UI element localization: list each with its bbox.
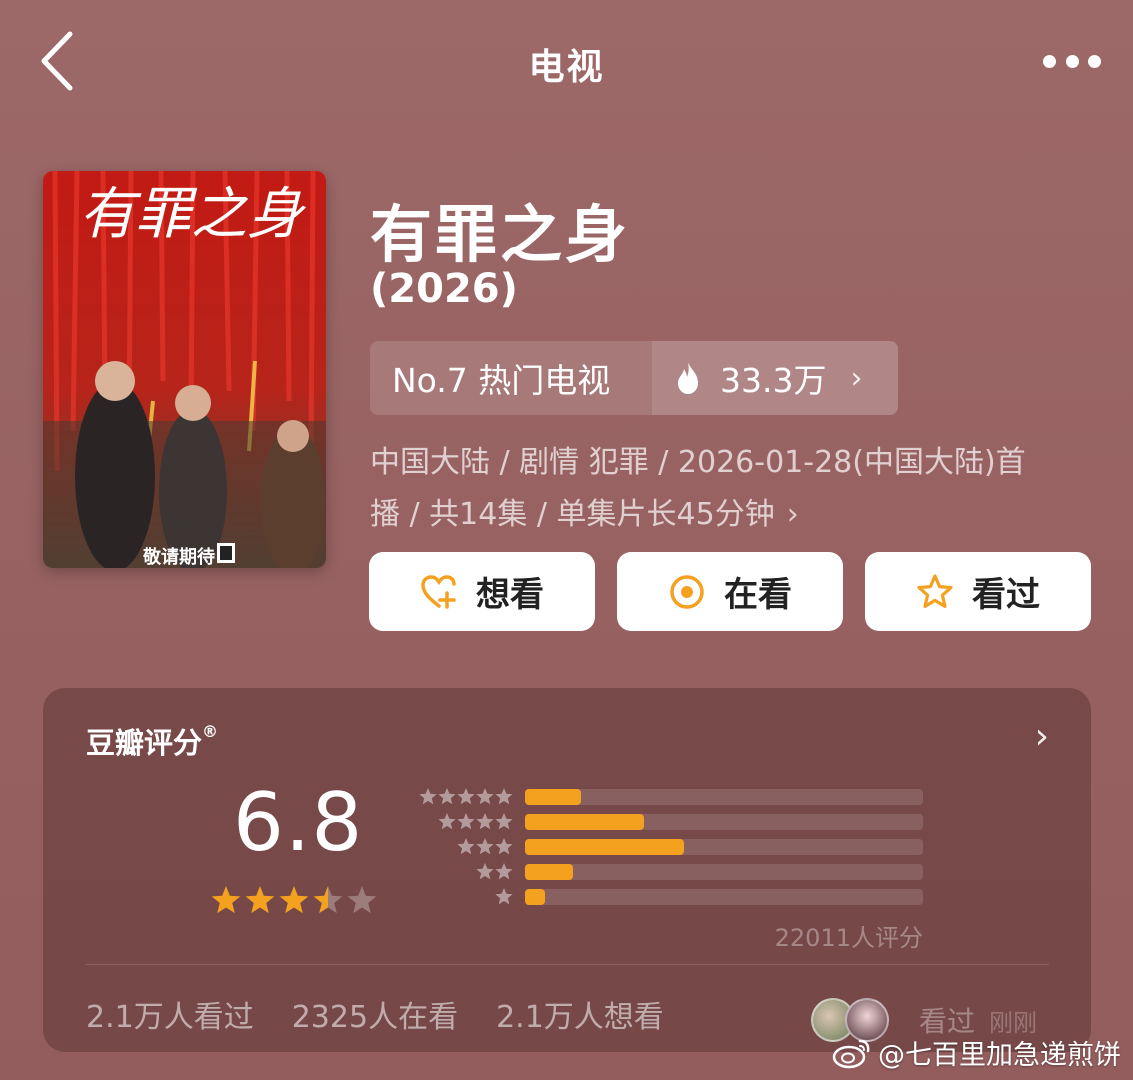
small-star-icon bbox=[438, 787, 456, 804]
watching-count[interactable]: 2325人在看 bbox=[292, 992, 458, 1036]
heart-plus-icon bbox=[421, 574, 456, 609]
watched-label: 看过 bbox=[972, 575, 1040, 615]
distribution-bar-track bbox=[525, 889, 923, 905]
small-star-icon bbox=[457, 837, 475, 854]
star-icons bbox=[457, 837, 513, 854]
small-star-icon bbox=[495, 812, 513, 829]
small-star-icon bbox=[419, 787, 437, 804]
star-icons bbox=[438, 812, 513, 829]
small-star-icon bbox=[495, 887, 513, 904]
small-star-icon bbox=[476, 862, 494, 879]
rating-distribution bbox=[413, 784, 923, 909]
distribution-bar-fill bbox=[525, 814, 645, 830]
rating-star-icon bbox=[279, 886, 309, 914]
heat-section[interactable]: 33.3万 › bbox=[652, 341, 898, 415]
page: 电视 有罪之身 敬请期待 有罪之身 (2026) No.7 热门电视 33.3万… bbox=[0, 0, 1133, 1080]
poster-image[interactable]: 有罪之身 敬请期待 bbox=[43, 171, 326, 568]
distribution-bar-track bbox=[525, 839, 923, 855]
small-star-icon bbox=[495, 862, 513, 879]
poster-title-text: 有罪之身 bbox=[79, 182, 306, 247]
want-count[interactable]: 2.1万人想看 bbox=[496, 992, 664, 1036]
small-star-icon bbox=[476, 837, 494, 854]
star-icons bbox=[476, 862, 513, 879]
chevron-right-icon[interactable]: › bbox=[1035, 716, 1049, 757]
distribution-bar-fill bbox=[525, 889, 545, 905]
small-star-icon bbox=[476, 812, 494, 829]
weibo-logo-icon bbox=[832, 1039, 870, 1068]
want-to-watch-button[interactable]: 想看 bbox=[369, 552, 595, 631]
ranking-pill[interactable]: No.7 热门电视 33.3万 › bbox=[370, 341, 898, 415]
distribution-row-4-star bbox=[413, 809, 923, 834]
rating-card[interactable]: 豆瓣评分® › 6.8 22011人评分 2.1万人看过 2325人在看 2.1… bbox=[43, 688, 1091, 1052]
star-icons bbox=[419, 787, 513, 804]
watched-count[interactable]: 2.1万人看过 bbox=[86, 992, 254, 1036]
watermark-text: @七百里加急递煎饼 bbox=[878, 1040, 1121, 1071]
meta-line-2: 播 / 共14集 / 单集片长45分钟 bbox=[370, 497, 775, 532]
action-buttons: 想看 在看 看过 bbox=[369, 552, 1091, 631]
more-options-icon[interactable] bbox=[1043, 50, 1101, 72]
watching-label: 在看 bbox=[724, 575, 792, 615]
star-icons bbox=[495, 887, 513, 904]
rating-card-title: 豆瓣评分® bbox=[86, 722, 219, 760]
small-star-icon bbox=[457, 787, 475, 804]
rating-star-icon bbox=[211, 886, 241, 914]
show-year: (2026) bbox=[370, 266, 518, 312]
rank-label: No.7 热门电视 bbox=[392, 361, 611, 400]
small-star-icon bbox=[495, 787, 513, 804]
watching-button[interactable]: 在看 bbox=[617, 552, 843, 631]
show-meta[interactable]: 中国大陆 / 剧情 犯罪 / 2026-01-28(中国大陆)首 播 / 共14… bbox=[370, 437, 1090, 541]
score-stars bbox=[211, 886, 377, 914]
watched-button[interactable]: 看过 bbox=[865, 552, 1091, 631]
distribution-bar-fill bbox=[525, 839, 685, 855]
chevron-right-icon: › bbox=[786, 497, 799, 532]
nav-title: 电视 bbox=[528, 47, 605, 88]
audience-stats: 2.1万人看过 2325人在看 2.1万人想看 bbox=[86, 992, 664, 1036]
distribution-row-5-star bbox=[413, 784, 923, 809]
distribution-row-2-star bbox=[413, 859, 923, 884]
meta-line-1: 中国大陆 / 剧情 犯罪 / 2026-01-28(中国大陆)首 bbox=[370, 445, 1026, 480]
distribution-bar-track bbox=[525, 789, 923, 805]
rating-count: 22011人评分 bbox=[774, 924, 923, 952]
rating-star-icon bbox=[245, 886, 275, 914]
distribution-bar-fill bbox=[525, 864, 573, 880]
target-icon bbox=[670, 574, 704, 609]
distribution-row-3-star bbox=[413, 834, 923, 859]
watermark: @七百里加急递煎饼 bbox=[832, 1033, 1121, 1072]
poster-tag-text: 敬请期待 bbox=[142, 546, 215, 568]
rating-star-icon bbox=[347, 886, 377, 914]
heat-value: 33.3万 bbox=[720, 361, 827, 400]
small-star-icon bbox=[476, 787, 494, 804]
small-star-icon bbox=[495, 837, 513, 854]
small-star-icon bbox=[457, 812, 475, 829]
want-to-watch-label: 想看 bbox=[476, 575, 544, 615]
rating-star-icon bbox=[313, 886, 343, 914]
distribution-bar-track bbox=[525, 864, 923, 880]
distribution-bar-fill bbox=[525, 789, 581, 805]
flame-icon bbox=[678, 362, 698, 394]
star-outline-icon bbox=[917, 573, 953, 608]
chevron-right-icon: › bbox=[850, 360, 863, 396]
show-title: 有罪之身 bbox=[370, 198, 631, 271]
small-star-icon bbox=[438, 812, 456, 829]
rating-score: 6.8 bbox=[233, 776, 364, 869]
divider bbox=[86, 964, 1049, 965]
distribution-row-1-star bbox=[413, 884, 923, 909]
distribution-bar-track bbox=[525, 814, 923, 830]
